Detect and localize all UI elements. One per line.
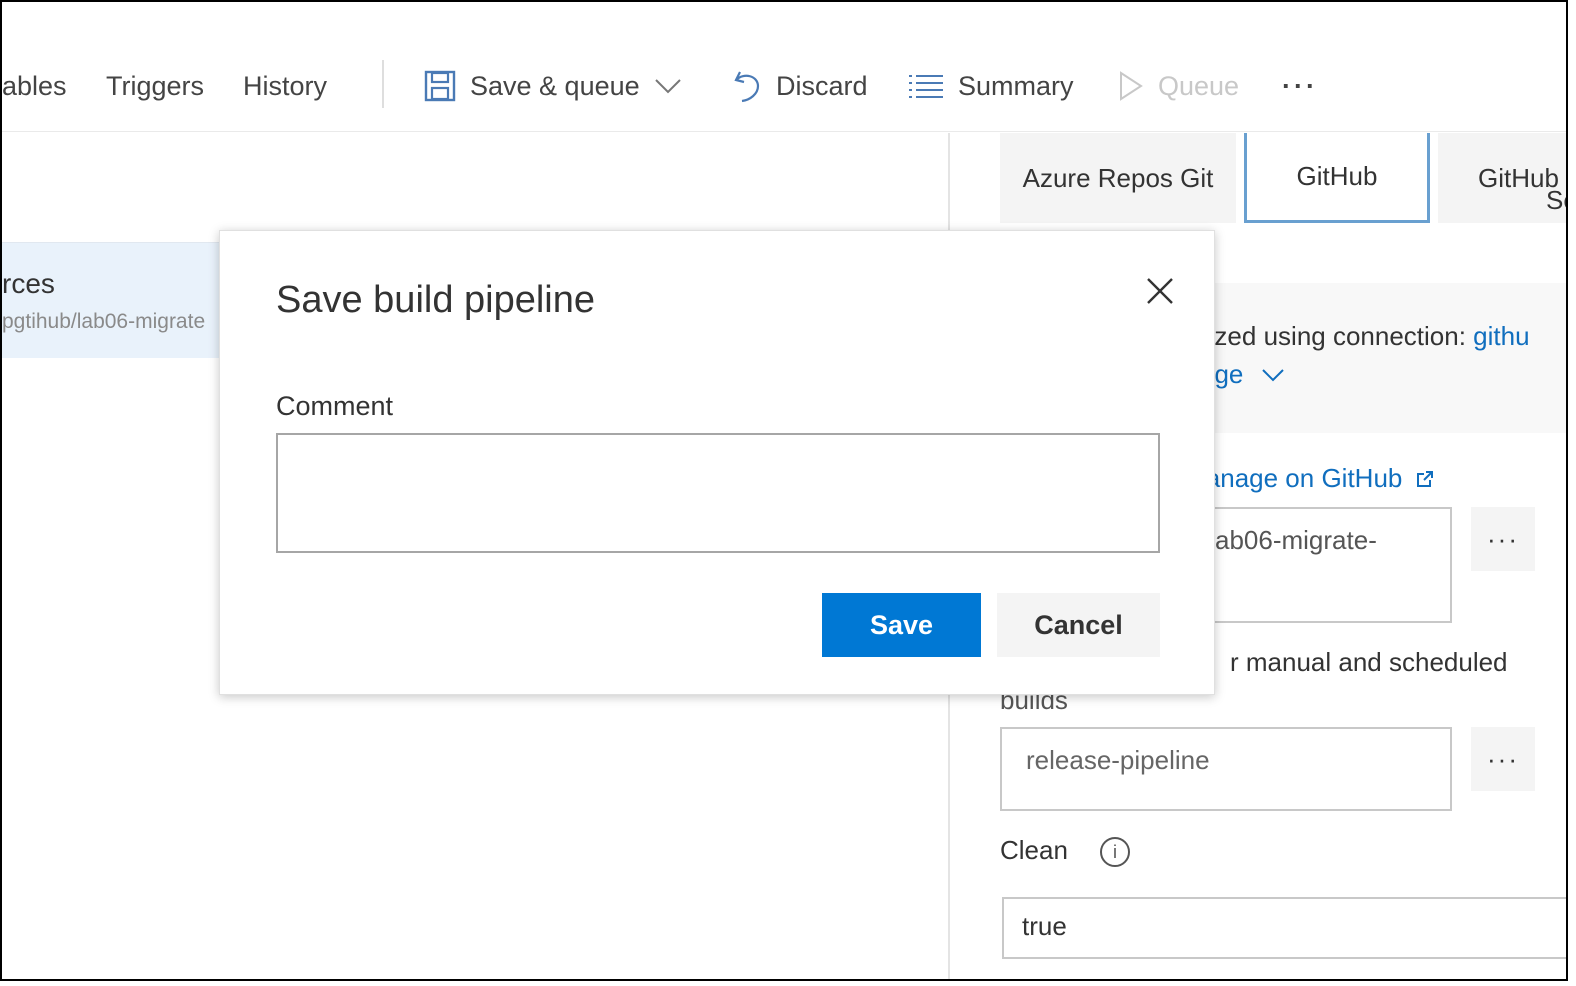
- discard-label: Discard: [776, 70, 868, 101]
- branch-browse-button[interactable]: ···: [1471, 727, 1535, 791]
- manage-on-github-label: lanage on GitHub: [1200, 463, 1403, 493]
- undo-icon: [732, 68, 762, 104]
- connection-link[interactable]: githu: [1473, 321, 1529, 351]
- source-github-enterprise-overflow: Se: [1546, 185, 1566, 215]
- tab-history[interactable]: History: [243, 64, 327, 108]
- external-link-icon: [1416, 470, 1434, 488]
- get-sources-repo: pgtihub/lab06-migrate: [2, 310, 206, 333]
- authorization-text: rized using connection: githu: [1200, 321, 1530, 352]
- pipeline-toolbar: ables Triggers History Save & queue Disc…: [2, 2, 1566, 132]
- queue-button[interactable]: Queue: [1118, 64, 1239, 108]
- clean-label: Clean: [1000, 835, 1068, 865]
- discard-button[interactable]: Discard: [732, 64, 868, 108]
- source-github-label: GitHub: [1296, 161, 1378, 191]
- repository-browse-button[interactable]: ···: [1471, 507, 1535, 571]
- app-frame: ables Triggers History Save & queue Disc…: [0, 0, 1568, 981]
- repository-value: /lab06-migrate-: [1202, 525, 1377, 555]
- cancel-button[interactable]: Cancel: [997, 593, 1160, 657]
- tab-variables[interactable]: ables: [2, 64, 67, 108]
- branch-value: release-pipeline: [1026, 745, 1210, 775]
- more-actions-label: ···: [1282, 70, 1318, 101]
- branch-input[interactable]: release-pipeline: [1000, 727, 1452, 811]
- save-icon: [424, 70, 456, 102]
- tab-variables-label: ables: [2, 70, 67, 101]
- queue-label: Queue: [1158, 70, 1240, 101]
- save-build-pipeline-dialog: Save build pipeline Comment Save Cancel: [219, 230, 1215, 695]
- more-actions-button[interactable]: ···: [1282, 64, 1318, 108]
- branch-browse-label: ···: [1487, 743, 1519, 774]
- branch-label-line1: r manual and scheduled: [1230, 647, 1508, 677]
- manage-on-github-link[interactable]: lanage on GitHub: [1200, 463, 1434, 494]
- list-icon: [908, 73, 944, 99]
- close-icon: [1140, 278, 1180, 315]
- save-button[interactable]: Save: [822, 593, 981, 657]
- toolbar-divider: [382, 60, 384, 108]
- get-sources-title: rces: [2, 268, 55, 299]
- info-glyph: i: [1113, 841, 1117, 862]
- clean-select-value: true: [1022, 911, 1067, 941]
- tab-triggers-label: Triggers: [106, 70, 205, 101]
- dialog-title: Save build pipeline: [276, 279, 596, 321]
- chevron-down-icon: [1261, 367, 1285, 383]
- save-queue-label: Save & queue: [470, 70, 640, 101]
- clean-select[interactable]: true: [1002, 897, 1566, 959]
- tab-history-label: History: [243, 70, 328, 101]
- comment-textarea[interactable]: [276, 433, 1160, 553]
- close-button[interactable]: [1140, 271, 1180, 311]
- info-icon[interactable]: i: [1100, 837, 1130, 867]
- repository-browse-label: ···: [1487, 523, 1519, 554]
- source-github[interactable]: GitHub: [1244, 133, 1430, 223]
- save-queue-button[interactable]: Save & queue: [424, 64, 682, 108]
- authorization-label: rized using connection:: [1200, 321, 1474, 351]
- play-icon: [1118, 70, 1144, 102]
- summary-button[interactable]: Summary: [908, 64, 1074, 108]
- summary-label: Summary: [958, 70, 1074, 101]
- source-azure-repos-git-label: Azure Repos Git: [1022, 162, 1214, 193]
- comment-label: Comment: [276, 391, 394, 421]
- tab-triggers[interactable]: Triggers: [106, 64, 204, 108]
- source-azure-repos-git[interactable]: Azure Repos Git: [1000, 133, 1236, 223]
- chevron-down-icon[interactable]: [654, 77, 682, 95]
